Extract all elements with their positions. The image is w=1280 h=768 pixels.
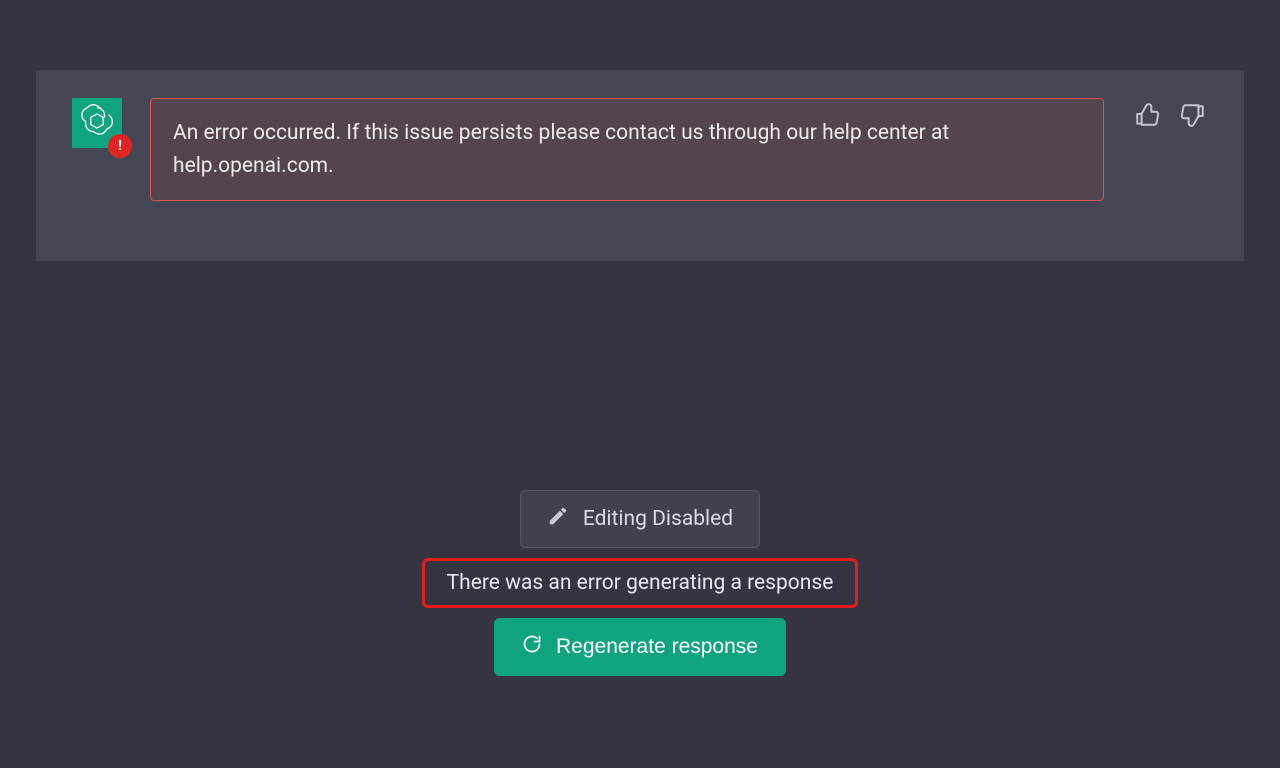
generation-error-banner: There was an error generating a response — [422, 558, 859, 608]
feedback-group — [1132, 98, 1208, 132]
regenerate-button[interactable]: Regenerate response — [494, 618, 786, 676]
assistant-error-box: An error occurred. If this issue persist… — [150, 98, 1104, 201]
thumbs-up-button[interactable] — [1132, 102, 1162, 132]
assistant-message-row: ! An error occurred. If this issue persi… — [36, 70, 1244, 261]
openai-logo-icon — [80, 104, 114, 142]
assistant-avatar-wrap: ! — [72, 98, 122, 148]
generation-error-text: There was an error generating a response — [447, 571, 834, 595]
assistant-error-text: An error occurred. If this issue persist… — [173, 121, 949, 178]
error-badge-glyph: ! — [118, 139, 122, 153]
error-badge-icon: ! — [108, 134, 132, 158]
thumbs-down-icon — [1180, 102, 1206, 132]
editing-disabled-badge: Editing Disabled — [520, 490, 760, 548]
editing-disabled-label: Editing Disabled — [583, 507, 733, 531]
regenerate-label: Regenerate response — [556, 635, 758, 659]
pen-icon — [547, 505, 569, 533]
thumbs-up-icon — [1134, 102, 1160, 132]
chat-page: ! An error occurred. If this issue persi… — [0, 0, 1280, 261]
thumbs-down-button[interactable] — [1178, 102, 1208, 132]
bottom-controls: Editing Disabled There was an error gene… — [0, 490, 1280, 676]
refresh-icon — [522, 634, 542, 660]
